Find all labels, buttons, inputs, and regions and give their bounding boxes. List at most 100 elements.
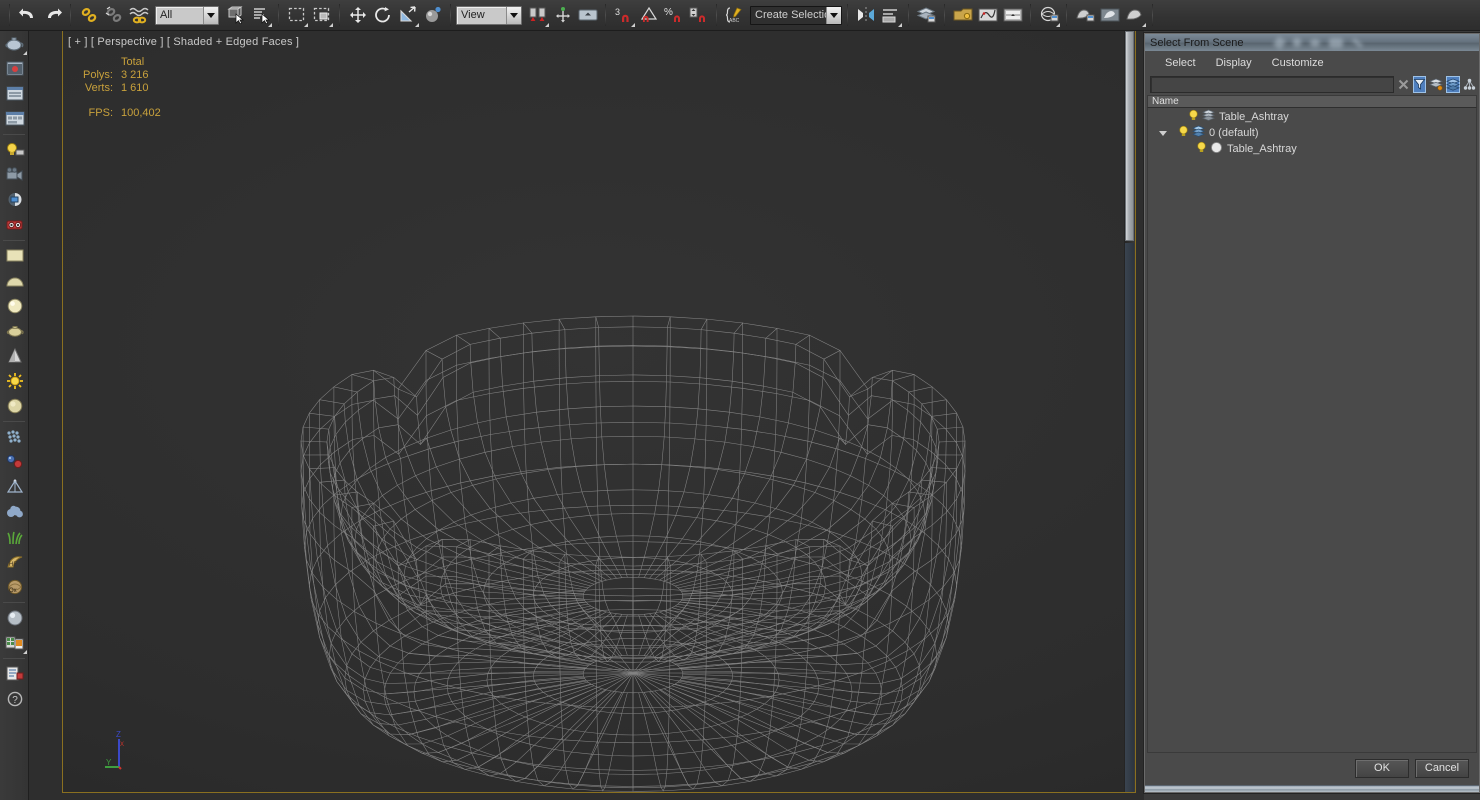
sidebar-grass-icon[interactable] <box>1 525 28 549</box>
main-toolbar: All View 3 % ABC Create Selecti <box>0 0 1480 31</box>
select-and-move-icon[interactable] <box>345 3 370 28</box>
ok-button[interactable]: OK <box>1355 758 1409 778</box>
scene-tree[interactable]: Table_Ashtray 0 (default) Table_Ashtray <box>1147 108 1477 753</box>
sidebar-render-frame-icon[interactable] <box>1 57 28 81</box>
lightbulb-icon[interactable] <box>1178 125 1189 141</box>
dialog-title-bar[interactable]: Select From Scene <box>1145 34 1479 51</box>
rendered-frame-window-icon[interactable] <box>1097 3 1122 28</box>
select-from-scene-dialog[interactable]: Select From Scene Select Display Customi… <box>1144 33 1480 793</box>
sidebar-plane-icon[interactable] <box>1 244 28 268</box>
layer-explorer-icon[interactable] <box>914 3 939 28</box>
hierarchy-icon[interactable] <box>1463 76 1476 93</box>
schematic-view-icon[interactable] <box>1000 3 1025 28</box>
render-setup-icon[interactable] <box>1072 3 1097 28</box>
percent-snap-toggle-icon[interactable]: % <box>661 3 686 28</box>
sidebar-divider <box>3 240 25 241</box>
chevron-down-icon[interactable] <box>826 6 841 24</box>
sidebar-cloud-icon[interactable] <box>1 500 28 524</box>
redo-icon[interactable] <box>40 3 65 28</box>
mirror-icon[interactable] <box>853 3 878 28</box>
select-and-manipulate-icon[interactable] <box>550 3 575 28</box>
cancel-button[interactable]: Cancel <box>1415 758 1469 778</box>
select-and-place-icon[interactable] <box>420 3 445 28</box>
window-crossing-icon[interactable] <box>309 3 334 28</box>
render-production-icon[interactable] <box>1122 3 1147 28</box>
sidebar-light-icon[interactable] <box>1 138 28 162</box>
sidebar-asset-tracking-icon[interactable] <box>1 662 28 686</box>
sidebar-dome-icon[interactable] <box>1 269 28 293</box>
layers-orange-icon[interactable] <box>1429 76 1443 93</box>
sidebar-particles-icon[interactable] <box>1 425 28 449</box>
ribbon-icon[interactable] <box>950 3 975 28</box>
sidebar-panel-grid-icon[interactable] <box>1 107 28 131</box>
sidebar-camera-icon[interactable] <box>1 163 28 187</box>
sidebar-sphere2-icon[interactable] <box>1 394 28 418</box>
select-object-icon[interactable] <box>223 3 248 28</box>
sidebar-cone-icon[interactable] <box>1 344 28 368</box>
chevron-down-icon[interactable] <box>203 6 218 24</box>
dialog-menu-customize[interactable]: Customize <box>1272 57 1324 69</box>
select-and-scale-icon[interactable] <box>395 3 420 28</box>
lightbulb-icon[interactable] <box>1196 141 1207 157</box>
search-field[interactable] <box>1150 75 1394 94</box>
align-icon[interactable] <box>878 3 903 28</box>
use-pivot-point-center-icon[interactable] <box>525 3 550 28</box>
sidebar-sphere-icon[interactable] <box>1 294 28 318</box>
dialog-menu-select[interactable]: Select <box>1165 57 1196 69</box>
perspective-viewport[interactable]: [ + ] [ Perspective ] [ Shaded + Edged F… <box>62 31 1136 793</box>
material-editor-icon[interactable] <box>1036 3 1061 28</box>
dialog-menu-display[interactable]: Display <box>1216 57 1252 69</box>
sidebar-material-sphere-icon[interactable] <box>1 606 28 630</box>
named-selection-sets-combo[interactable]: Create Selection Se <box>750 5 842 25</box>
unlink-selection-icon[interactable] <box>101 3 126 28</box>
chevron-down-icon[interactable] <box>1156 125 1170 141</box>
ashtray-wireframe-mesh[interactable] <box>63 31 1136 793</box>
viewport-vertical-scrollbar[interactable] <box>1124 31 1135 792</box>
selection-filter-value: All <box>160 8 173 21</box>
scrollbar-track[interactable] <box>1125 243 1134 792</box>
angle-snap-toggle-icon[interactable] <box>636 3 661 28</box>
keyboard-shortcut-override-icon[interactable] <box>575 3 600 28</box>
sidebar-panel-list-icon[interactable] <box>1 82 28 106</box>
undo-icon[interactable] <box>15 3 40 28</box>
lightbulb-icon[interactable] <box>1188 109 1199 125</box>
sidebar-teapot-icon[interactable] <box>1 32 28 56</box>
layers-blue-icon <box>1192 125 1205 141</box>
curve-editor-icon[interactable] <box>975 3 1000 28</box>
sidebar-hair-fur-icon[interactable]: HF <box>1 550 28 574</box>
sidebar-ornatrix-icon[interactable]: Ox <box>1 575 28 599</box>
sidebar-teapot2-icon[interactable] <box>1 319 28 343</box>
svg-text:X: X <box>120 742 124 748</box>
title-bar-ghost-decoration <box>1272 34 1455 51</box>
search-input[interactable] <box>1151 79 1393 94</box>
select-and-link-icon[interactable] <box>76 3 101 28</box>
spinner-snap-toggle-icon[interactable] <box>686 3 711 28</box>
chevron-down-icon[interactable] <box>506 6 521 24</box>
select-and-rotate-icon[interactable] <box>370 3 395 28</box>
sidebar-sun-icon[interactable] <box>1 369 28 393</box>
clear-search-icon[interactable] <box>1397 76 1410 93</box>
tree-column-header[interactable]: Name <box>1147 95 1477 108</box>
rectangular-selection-region-icon[interactable] <box>284 3 309 28</box>
sidebar-help-icon[interactable]: ? <box>1 687 28 711</box>
dialog-resize-grip[interactable] <box>1145 785 1479 792</box>
sidebar-stereo-camera-icon[interactable] <box>1 213 28 237</box>
bind-to-space-warp-icon[interactable] <box>126 3 151 28</box>
layers-blue-icon[interactable] <box>1446 75 1460 93</box>
edit-named-selection-sets-icon[interactable]: ABC <box>722 3 747 28</box>
filter-funnel-icon[interactable] <box>1413 75 1426 93</box>
sidebar-helper-icon[interactable] <box>1 475 28 499</box>
dialog-title: Select From Scene <box>1150 36 1244 49</box>
snaps-toggle-icon[interactable]: 3 <box>611 3 636 28</box>
tree-row-layer-default[interactable]: 0 (default) <box>1148 125 1476 141</box>
tree-row-object-table-ashtray[interactable]: Table_Ashtray <box>1148 141 1476 157</box>
tree-row-layer-table-ashtray[interactable]: Table_Ashtray <box>1148 109 1476 125</box>
toolbar-divider <box>944 4 945 26</box>
sidebar-material-editor-icon[interactable] <box>1 631 28 655</box>
scrollbar-thumb[interactable] <box>1125 31 1134 241</box>
sidebar-atom-icon[interactable] <box>1 450 28 474</box>
select-by-name-icon[interactable] <box>248 3 273 28</box>
sidebar-shading-icon[interactable] <box>1 188 28 212</box>
reference-coordinate-combo[interactable]: View <box>456 5 522 25</box>
selection-filter-combo[interactable]: All <box>155 5 219 25</box>
